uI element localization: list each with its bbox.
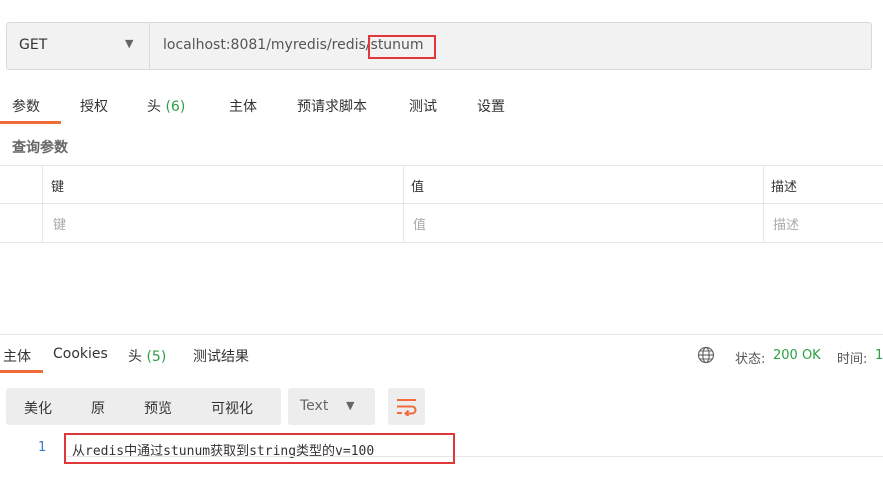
headers-count: (6)	[165, 99, 186, 115]
chevron-down-icon: ▼	[346, 399, 355, 412]
status-label: 状态:	[735, 352, 766, 367]
key-input[interactable]: 键	[53, 214, 66, 233]
time-label: 时间:	[837, 352, 868, 367]
view-mode-group: 美化 原 预览 可视化	[6, 388, 281, 425]
response-active-tab-indicator	[0, 370, 43, 373]
column-key: 键	[51, 180, 65, 195]
response-highlight-box	[64, 433, 455, 464]
description-input[interactable]: 描述	[773, 214, 799, 233]
query-params-title: 查询参数	[12, 140, 68, 156]
column-description: 描述	[771, 180, 798, 195]
tab-settings[interactable]: 设置	[477, 96, 505, 116]
wrap-lines-icon	[397, 399, 417, 416]
request-bar: GET ▼ localhost:8081/myredis/redis/stunu…	[6, 22, 872, 70]
method-select[interactable]: GET ▼	[7, 23, 150, 69]
tab-headers[interactable]: 头 (6)	[147, 96, 185, 116]
url-highlight-box	[368, 35, 436, 59]
tab-tests[interactable]: 测试	[409, 96, 437, 116]
resp-tab-test-results[interactable]: 测试结果	[193, 346, 249, 366]
line-number: 1	[38, 440, 47, 455]
resp-tab-headers[interactable]: 头 (5)	[128, 346, 166, 366]
resp-headers-count: (5)	[146, 349, 167, 365]
visualize-button[interactable]: 可视化	[211, 398, 253, 418]
language-select[interactable]: Text ▼	[288, 388, 375, 425]
preview-button[interactable]: 预览	[144, 398, 172, 418]
language-label: Text	[300, 398, 329, 414]
status-value: 200 OK	[773, 348, 821, 363]
params-table: 键 值 描述 键 值 描述	[0, 165, 883, 243]
value-input[interactable]: 值	[413, 214, 426, 233]
response-divider	[0, 334, 883, 335]
time-value: 1	[875, 348, 883, 363]
tab-pre-request-script[interactable]: 预请求脚本	[297, 96, 367, 116]
method-label: GET	[19, 37, 48, 53]
resp-tab-body[interactable]: 主体	[3, 346, 31, 366]
wrap-lines-button[interactable]	[388, 388, 425, 425]
column-value: 值	[411, 180, 425, 195]
resp-tab-cookies[interactable]: Cookies	[53, 346, 108, 362]
chevron-down-icon: ▼	[125, 37, 134, 50]
tab-body[interactable]: 主体	[229, 96, 257, 116]
raw-button[interactable]: 原	[91, 398, 105, 418]
tab-params[interactable]: 参数	[12, 96, 40, 116]
globe-icon[interactable]	[697, 346, 715, 364]
tab-auth[interactable]: 授权	[80, 96, 108, 116]
pretty-button[interactable]: 美化	[24, 398, 52, 418]
active-tab-indicator	[0, 121, 61, 124]
